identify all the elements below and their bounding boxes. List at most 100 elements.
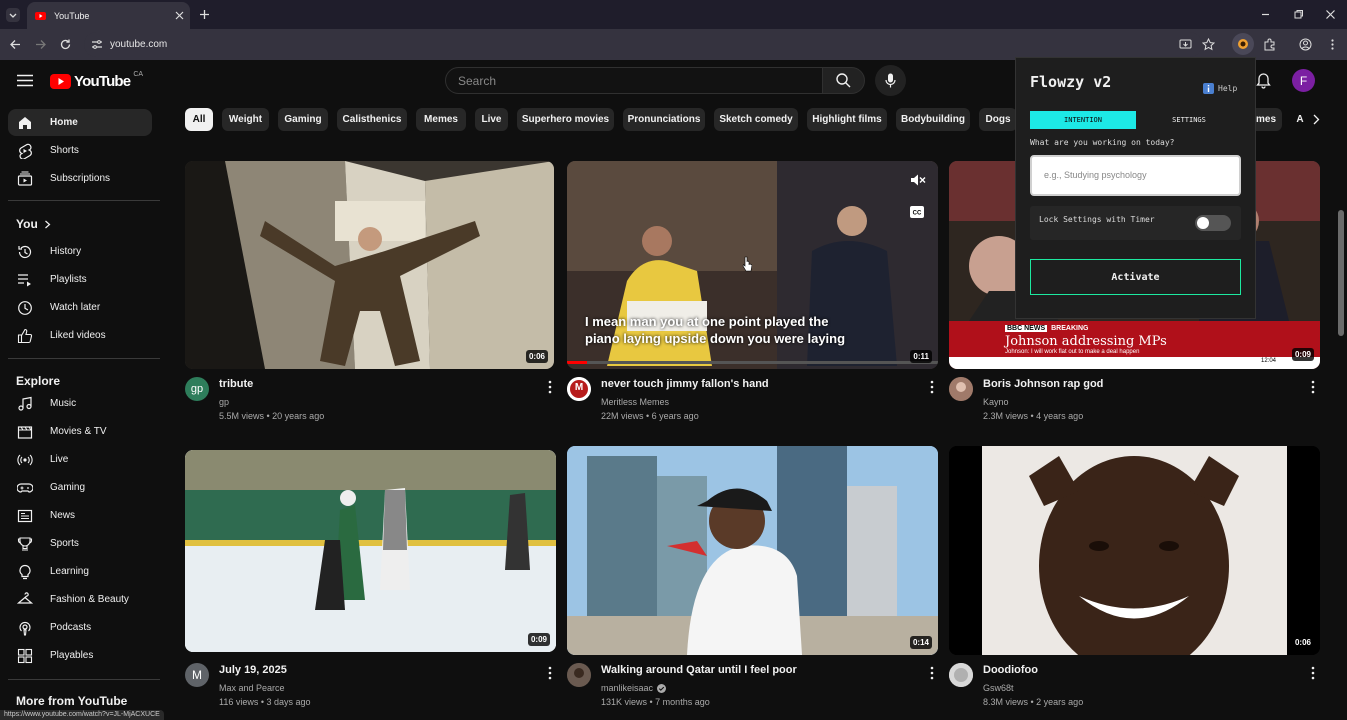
forward-icon[interactable] [34,38,47,51]
video-thumbnail[interactable]: 0:06 [949,446,1320,655]
sidebar-item-movies-tv[interactable]: Movies & TV [8,418,152,445]
channel-name[interactable]: Max and Pearce [219,683,285,693]
channel-avatar[interactable] [567,663,591,687]
video-title[interactable]: tribute [219,378,253,390]
reload-icon[interactable] [59,38,72,51]
notifications-bell-icon[interactable] [1256,73,1271,89]
sidebar-item-watch-later[interactable]: Watch later [8,294,152,321]
search-input[interactable]: Search [445,67,823,94]
video-title[interactable]: never touch jimmy fallon's hand [601,378,769,390]
sidebar-item-label: Shorts [50,145,79,156]
video-thumbnail[interactable]: 0:14 [567,446,938,655]
sidebar-item-sports[interactable]: Sports [8,530,152,557]
extensions-puzzle-icon[interactable] [1263,38,1276,51]
chip-partial-next[interactable]: A [1291,108,1309,131]
sidebar-item-shorts[interactable]: Shorts [8,137,152,164]
channel-name[interactable]: Kayno [983,397,1009,407]
sidebar-item-home[interactable]: Home [8,109,152,136]
more-options-icon[interactable] [1308,666,1318,680]
youtube-logo[interactable]: YouTube CA [50,71,143,91]
back-icon[interactable] [9,38,22,51]
lock-settings-toggle[interactable] [1195,215,1231,231]
sidebar-item-liked-videos[interactable]: Liked videos [8,322,152,349]
more-options-icon[interactable] [927,380,937,394]
sidebar-item-podcasts[interactable]: Podcasts [8,614,152,641]
channel-name[interactable]: gp [219,397,229,407]
sidebar-item-music[interactable]: Music [8,390,152,417]
menu-hamburger-icon[interactable] [17,74,33,87]
close-icon[interactable] [175,11,184,20]
chips-next-arrow-icon[interactable] [1312,114,1320,125]
flowzy-help-link[interactable]: Help [1203,83,1237,94]
sidebar-item-playables[interactable]: Playables [8,642,152,669]
more-options-icon[interactable] [545,380,555,394]
channel-name[interactable]: Gsw68t [983,683,1014,693]
more-options-icon[interactable] [545,666,555,680]
chip-calisthenics[interactable]: Calisthenics [337,108,407,131]
tab-settings[interactable]: SETTINGS [1136,111,1242,129]
chip-memes[interactable]: Memes [416,108,466,131]
browser-tab[interactable]: YouTube [27,2,190,29]
channel-name-row[interactable]: manlikeisaac [601,683,667,693]
chip-sketch-comedy[interactable]: Sketch comedy [714,108,798,131]
install-app-icon[interactable] [1179,38,1192,51]
page-scrollbar-thumb[interactable] [1338,210,1344,336]
chip-bodybuilding[interactable]: Bodybuilding [896,108,970,131]
flowzy-extension-button[interactable] [1232,33,1254,55]
channel-avatar[interactable]: M [185,663,209,687]
profile-icon[interactable] [1299,38,1312,51]
video-thumbnail[interactable]: 0:06 [185,161,554,369]
sidebar-item-subscriptions[interactable]: Subscriptions [8,165,152,192]
chip-weight[interactable]: Weight [222,108,269,131]
restore-icon[interactable] [1293,9,1304,20]
chip-pronunciations[interactable]: Pronunciations [623,108,705,131]
sidebar-you-heading[interactable]: You [16,217,51,231]
intention-input[interactable]: e.g., Studying psychology [1030,155,1241,196]
bookmark-star-icon[interactable] [1202,38,1215,51]
closed-captions-icon[interactable]: CC [910,206,924,218]
more-options-icon[interactable] [927,666,937,680]
channel-avatar[interactable] [949,377,973,401]
sidebar-item-history[interactable]: History [8,238,152,265]
browser-menu-icon[interactable] [1326,38,1339,51]
caption-line: I mean man you at one point played the [585,314,829,329]
chip-gaming[interactable]: Gaming [278,108,328,131]
minimize-icon[interactable] [1260,9,1271,20]
address-bar[interactable]: youtube.com [84,32,1202,57]
video-title[interactable]: Walking around Qatar until I feel poor [601,664,797,676]
chevron-down-icon [9,13,17,18]
video-thumbnail[interactable]: 0:09 [185,450,556,652]
chip-dogs[interactable]: Dogs [979,108,1017,131]
chip-all[interactable]: All [185,108,213,131]
sidebar-item-news[interactable]: News [8,502,152,529]
close-window-icon[interactable] [1325,9,1336,20]
tab-list-button[interactable] [6,8,20,22]
search-button[interactable] [822,67,865,94]
sidebar-item-playlists[interactable]: Playlists [8,266,152,293]
channel-avatar[interactable] [949,663,973,687]
new-tab-icon[interactable] [199,9,210,20]
voice-search-button[interactable] [875,65,906,96]
sidebar-item-gaming[interactable]: Gaming [8,474,152,501]
channel-name[interactable]: manlikeisaac [601,683,653,693]
sidebar-item-live[interactable]: Live [8,446,152,473]
channel-name[interactable]: Meritless Memes [601,397,669,407]
video-title[interactable]: Boris Johnson rap god [983,378,1103,390]
activate-button[interactable]: Activate [1030,259,1241,295]
site-info-icon[interactable] [91,39,103,50]
mute-icon[interactable] [910,173,926,187]
channel-avatar[interactable]: M [567,377,591,401]
more-options-icon[interactable] [1308,380,1318,394]
thumbnail-image [949,446,1320,655]
chip-superhero-movies[interactable]: Superhero movies [517,108,614,131]
account-avatar[interactable]: F [1292,69,1315,92]
video-title[interactable]: July 19, 2025 [219,664,287,676]
tab-intention[interactable]: INTENTION [1030,111,1136,129]
chip-highlight-films[interactable]: Highlight films [807,108,887,131]
video-title[interactable]: Doodiofoo [983,664,1038,676]
chip-live[interactable]: Live [475,108,508,131]
sidebar-item-fashion-beauty[interactable]: Fashion & Beauty [8,586,152,613]
video-thumbnail[interactable]: I mean man you at one point played the p… [567,161,938,369]
channel-avatar[interactable]: gp [185,377,209,401]
sidebar-item-learning[interactable]: Learning [8,558,152,585]
